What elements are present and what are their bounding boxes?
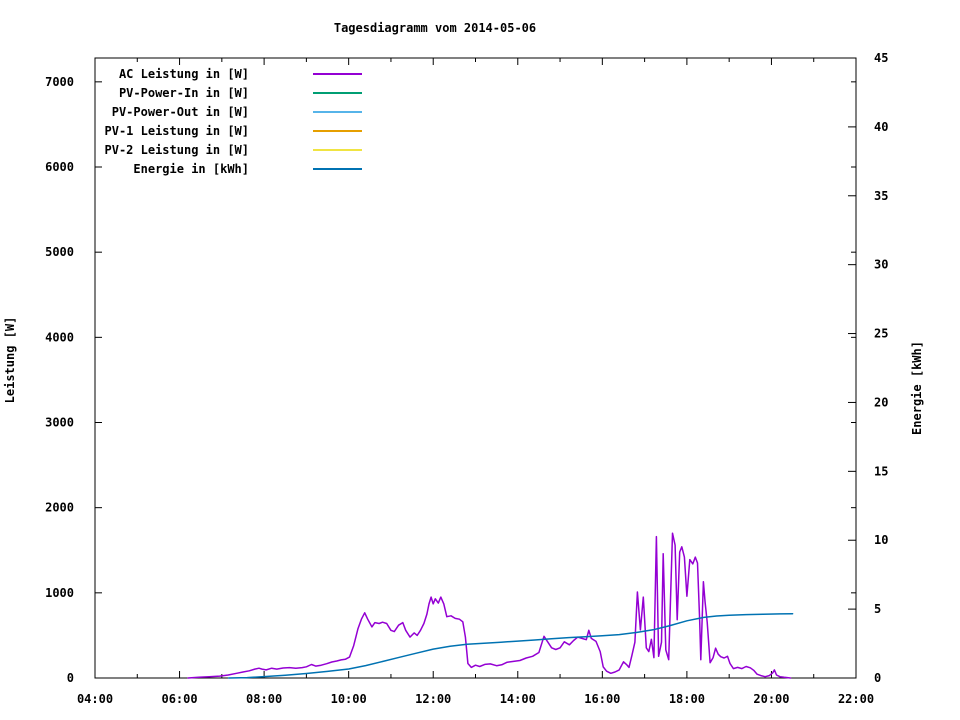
legend-label: PV-2 Leistung in [W] [75,143,249,157]
y1-tick-label: 5000 [45,245,74,259]
y2-tick-label: 10 [874,533,888,547]
legend-line-swatch [313,149,362,151]
y1-tick-label: 7000 [45,75,74,89]
y2-tick-label: 35 [874,189,888,203]
y2-tick-label: 20 [874,395,888,409]
legend-line-swatch [313,73,362,75]
legend-line-swatch [313,130,362,132]
x-tick-label: 08:00 [246,692,282,706]
legend-line-swatch [313,111,362,113]
y1-axis-title: Leistung [W] [3,317,17,404]
y1-tick-label: 2000 [45,501,74,515]
y1-tick-label: 3000 [45,416,74,430]
legend-item: PV-Power-Out in [W] [75,102,362,121]
y2-tick-label: 40 [874,120,888,134]
y2-tick-label: 25 [874,327,888,341]
legend-item: PV-Power-In in [W] [75,83,362,102]
legend-item: AC Leistung in [W] [75,64,362,83]
legend-label: PV-Power-In in [W] [75,86,249,100]
x-tick-label: 04:00 [77,692,113,706]
legend-label: Energie in [kWh] [75,162,249,176]
legend-label: PV-1 Leistung in [W] [75,124,249,138]
y2-tick-label: 5 [874,602,881,616]
y1-tick-label: 0 [67,671,74,685]
x-tick-label: 16:00 [584,692,620,706]
legend-line-swatch [313,92,362,94]
y2-tick-label: 15 [874,464,888,478]
x-tick-label: 18:00 [669,692,705,706]
legend-line-swatch [313,168,362,170]
x-tick-label: 22:00 [838,692,874,706]
legend-label: PV-Power-Out in [W] [75,105,249,119]
y1-tick-label: 6000 [45,160,74,174]
chart-canvas: Tagesdiagramm vom 2014-05-06 04:0006:000… [0,0,960,720]
y2-axis-title: Energie [kWh] [910,341,924,435]
y2-tick-label: 0 [874,671,881,685]
legend-item: PV-2 Leistung in [W] [75,140,362,159]
legend-item: Energie in [kWh] [75,159,362,178]
y2-tick-label: 30 [874,258,888,272]
legend-label: AC Leistung in [W] [75,67,249,81]
x-tick-label: 14:00 [500,692,536,706]
x-tick-label: 10:00 [331,692,367,706]
x-tick-label: 06:00 [161,692,197,706]
series-line-ac-leistung-in-w- [188,533,791,678]
legend: AC Leistung in [W] PV-Power-In in [W] PV-P… [75,64,362,178]
y1-tick-label: 4000 [45,330,74,344]
y1-tick-label: 1000 [45,586,74,600]
legend-item: PV-1 Leistung in [W] [75,121,362,140]
x-tick-label: 12:00 [415,692,451,706]
y2-tick-label: 45 [874,51,888,65]
x-tick-label: 20:00 [753,692,789,706]
